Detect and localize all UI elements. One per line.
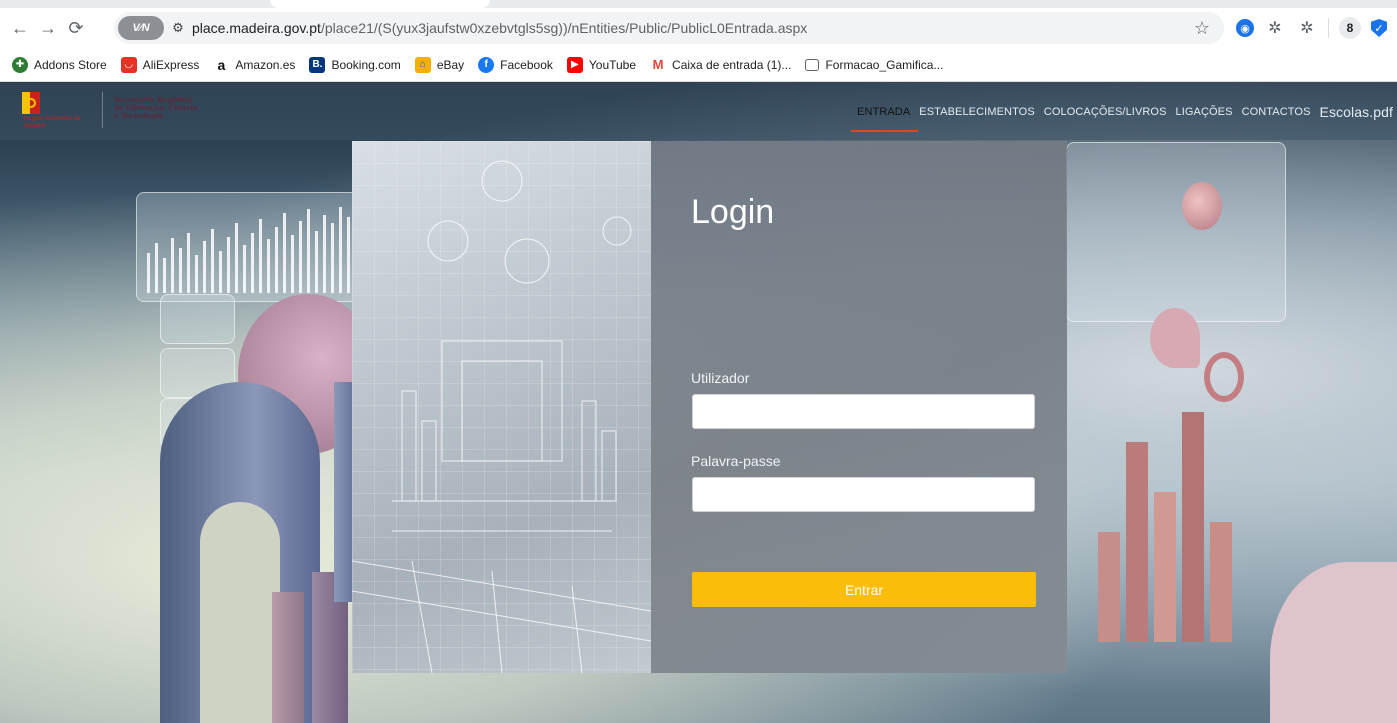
bookmark-label: YouTube bbox=[588, 57, 637, 72]
decorative-disc bbox=[1182, 182, 1222, 230]
gmail-icon: M bbox=[650, 56, 667, 73]
facebook-icon: f bbox=[478, 56, 495, 73]
url-host: place.madeira.gov.pt bbox=[192, 20, 321, 36]
decorative-bar-group bbox=[1098, 412, 1248, 642]
bookmark-label: Facebook bbox=[500, 57, 553, 72]
nav-colocacoes-livros[interactable]: COLOCAÇÕES/LIVROS bbox=[1044, 106, 1167, 118]
decorative-pie bbox=[1270, 562, 1397, 723]
bookmark-label: Addons Store bbox=[34, 57, 107, 72]
browser-toolbar: ← → ⟳ V∕N ⚙ place.madeira.gov.pt/place21… bbox=[0, 8, 1397, 48]
bookmark-item[interactable]: B. Booking.com bbox=[309, 56, 401, 73]
youtube-icon: ▶ bbox=[566, 56, 583, 73]
bookmark-label: Caixa de entrada (1)... bbox=[672, 57, 792, 72]
login-illustration bbox=[352, 141, 651, 673]
decorative-chart-panel bbox=[136, 192, 366, 302]
arrow-left-icon: ← bbox=[11, 17, 29, 38]
login-panel: Login Utilizador Palavra-passe Entrar bbox=[651, 141, 1067, 673]
bookmark-item[interactable]: a Amazon.es bbox=[213, 56, 296, 73]
illustration-sketch bbox=[352, 160, 651, 673]
reload-icon: ⟳ bbox=[68, 17, 84, 38]
username-label: Utilizador bbox=[691, 370, 750, 386]
bookmark-item[interactable]: ▶ YouTube bbox=[566, 56, 637, 73]
site-info-icon[interactable]: ⚙ bbox=[164, 14, 192, 42]
extensions-area: ◉ ✲ ✲ 8 ✓ bbox=[1236, 14, 1397, 42]
nav-contactos[interactable]: CONTACTOS bbox=[1242, 106, 1311, 118]
active-tab-edge bbox=[270, 0, 490, 8]
tab-strip bbox=[0, 0, 1397, 8]
addons-icon: ✚ bbox=[12, 56, 28, 73]
extensions-puzzle-icon[interactable]: ✲ bbox=[1296, 17, 1318, 39]
bookmark-item[interactable]: ◡ AliExpress bbox=[120, 56, 200, 73]
username-input[interactable] bbox=[692, 394, 1035, 429]
password-input[interactable] bbox=[692, 477, 1035, 512]
logo-wordmark: Região Autónoma da Madeira bbox=[24, 116, 81, 129]
decorative-arch-inner bbox=[200, 502, 280, 723]
secretaria-title: Secretaria Regional de Educação, Ciência… bbox=[114, 96, 197, 120]
bookmark-item[interactable]: Formacao_Gamifica... bbox=[805, 58, 943, 72]
login-submit-button[interactable]: Entrar bbox=[692, 572, 1036, 607]
profile-avatar[interactable]: 8 bbox=[1339, 17, 1361, 39]
page-content: Região Autónoma da Madeira Secretaria Re… bbox=[0, 82, 1397, 723]
login-title: Login bbox=[691, 193, 775, 231]
logo-divider bbox=[102, 92, 103, 128]
bookmark-label: AliExpress bbox=[142, 57, 200, 72]
nav-entrada[interactable]: ENTRADA bbox=[850, 106, 919, 132]
bookmark-star-icon[interactable]: ☆ bbox=[1194, 18, 1210, 39]
secretaria-line: e Tecnologia bbox=[114, 111, 164, 120]
bookmark-label: Booking.com bbox=[331, 57, 401, 72]
bookmark-item[interactable]: f Facebook bbox=[478, 56, 553, 73]
nav-estabelecimentos[interactable]: ESTABELECIMENTOS bbox=[919, 106, 1035, 118]
password-label: Palavra-passe bbox=[691, 453, 781, 469]
vpn-badge[interactable]: V∕N bbox=[118, 16, 164, 40]
bookmark-label: Amazon.es bbox=[235, 57, 296, 72]
folder-icon bbox=[805, 58, 820, 71]
decorative-right-panel bbox=[1066, 142, 1286, 322]
shield-extension-icon[interactable]: ◉ bbox=[1236, 19, 1254, 37]
bookmark-item[interactable]: M Caixa de entrada (1)... bbox=[650, 56, 792, 73]
url-path: /place21/(S(yux3jaufstw0xzebvtgls5sg))/n… bbox=[320, 20, 808, 36]
forward-button[interactable]: → bbox=[34, 14, 62, 42]
bookmark-label: eBay bbox=[436, 57, 465, 72]
site-header: Região Autónoma da Madeira Secretaria Re… bbox=[0, 82, 1397, 140]
main-nav: ENTRADA ESTABELECIMENTOS COLOCAÇÕES/LIVR… bbox=[850, 104, 1397, 132]
decorative-column bbox=[272, 592, 304, 723]
bookmarks-bar: ✚ Addons Store ◡ AliExpress a Amazon.es B. B… bbox=[0, 48, 1397, 82]
bookmark-item[interactable]: ⌂ eBay bbox=[414, 56, 465, 73]
extension-icon[interactable]: ✲ bbox=[1264, 17, 1286, 39]
reload-button[interactable]: ⟳ bbox=[62, 14, 90, 42]
aliexpress-icon: ◡ bbox=[120, 56, 137, 73]
security-check-icon[interactable]: ✓ bbox=[1371, 19, 1387, 37]
address-bar[interactable]: V∕N ⚙ place.madeira.gov.pt/place21/(S(yu… bbox=[114, 12, 1224, 44]
ebay-icon: ⌂ bbox=[414, 56, 431, 73]
decorative-bars bbox=[147, 207, 350, 293]
amazon-icon: a bbox=[213, 56, 230, 73]
government-logo[interactable]: Região Autónoma da Madeira bbox=[14, 90, 94, 130]
decorative-drop bbox=[1150, 308, 1200, 368]
decorative-column bbox=[334, 382, 354, 602]
arrow-right-icon: → bbox=[39, 17, 57, 38]
bookmark-label: Formacao_Gamifica... bbox=[825, 57, 944, 72]
decorative-ring bbox=[1204, 352, 1244, 402]
decorative-panel bbox=[160, 294, 235, 344]
nav-escolas-pdf[interactable]: Escolas.pdf bbox=[1320, 104, 1393, 120]
toolbar-divider bbox=[1328, 18, 1329, 38]
booking-icon: B. bbox=[309, 56, 326, 73]
nav-ligacoes[interactable]: LIGAÇÕES bbox=[1176, 106, 1233, 118]
back-button[interactable]: ← bbox=[6, 14, 34, 42]
bookmark-item[interactable]: ✚ Addons Store bbox=[12, 56, 107, 73]
url-text[interactable]: place.madeira.gov.pt/place21/(S(yux3jauf… bbox=[192, 20, 807, 36]
